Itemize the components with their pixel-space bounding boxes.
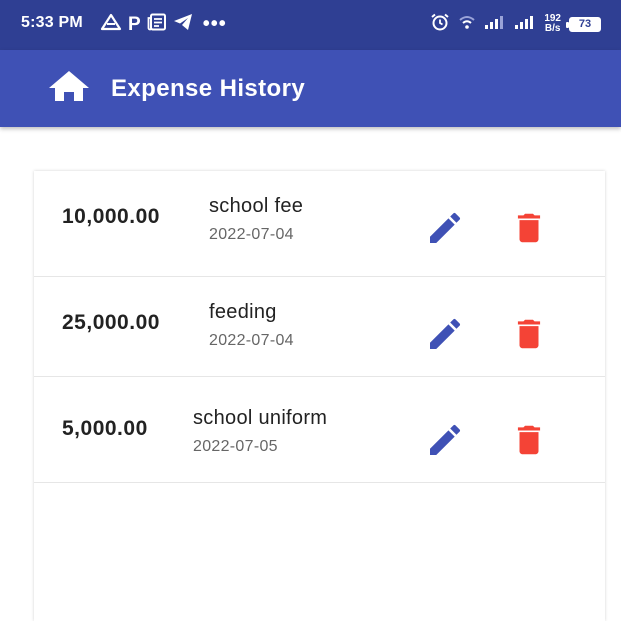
network-speed: 192 B/s (544, 14, 561, 34)
home-icon (47, 69, 91, 108)
speed-unit: B/s (544, 23, 561, 34)
expense-description: school uniform (193, 407, 328, 429)
edit-button[interactable] (422, 419, 468, 465)
notification-icons: P ••• (100, 12, 227, 36)
p-app-icon: P (128, 13, 141, 35)
trash-icon (510, 314, 548, 359)
wifi-icon (458, 14, 476, 35)
trash-icon (510, 420, 548, 465)
status-time: 5:33 PM (21, 14, 83, 31)
pencil-icon (425, 314, 465, 359)
delete-button[interactable] (506, 313, 552, 359)
battery-level: 73 (578, 18, 592, 30)
expense-row[interactable]: 10,000.00 school fee 2022-07-04 (34, 171, 605, 277)
delete-button[interactable] (506, 207, 552, 253)
expense-description: school fee (209, 195, 304, 217)
expense-amount: 5,000.00 (62, 417, 148, 440)
google-drive-icon (100, 13, 122, 36)
pencil-icon (425, 208, 465, 253)
trash-icon (510, 208, 548, 253)
page-title: Expense History (111, 75, 306, 102)
app-bar: Expense History (0, 50, 621, 127)
battery-icon: 73 (566, 16, 601, 32)
expense-row[interactable]: 25,000.00 feeding 2022-07-04 (34, 271, 605, 377)
expense-description: feeding (209, 301, 277, 323)
system-icons: 192 B/s 73 (430, 12, 601, 36)
status-bar: 5:33 PM P ••• 192 B/s 73 (0, 0, 621, 50)
news-icon (147, 13, 167, 36)
signal-icon (514, 15, 536, 34)
telegram-icon (173, 13, 193, 36)
more-dots-icon: ••• (202, 13, 227, 35)
expense-row[interactable]: 5,000.00 school uniform 2022-07-05 (34, 377, 605, 483)
expense-amount: 10,000.00 (62, 205, 160, 228)
pencil-icon (425, 420, 465, 465)
expense-list: 10,000.00 school fee 2022-07-04 25,000.0… (34, 171, 605, 621)
expense-amount: 25,000.00 (62, 311, 160, 334)
edit-button[interactable] (422, 207, 468, 253)
expense-date: 2022-07-04 (209, 226, 294, 243)
expense-date: 2022-07-04 (209, 332, 294, 349)
delete-button[interactable] (506, 419, 552, 465)
expense-date: 2022-07-05 (193, 438, 278, 455)
edit-button[interactable] (422, 313, 468, 359)
signal-icon (484, 15, 506, 34)
alarm-icon (430, 12, 450, 37)
home-button[interactable] (46, 70, 92, 106)
